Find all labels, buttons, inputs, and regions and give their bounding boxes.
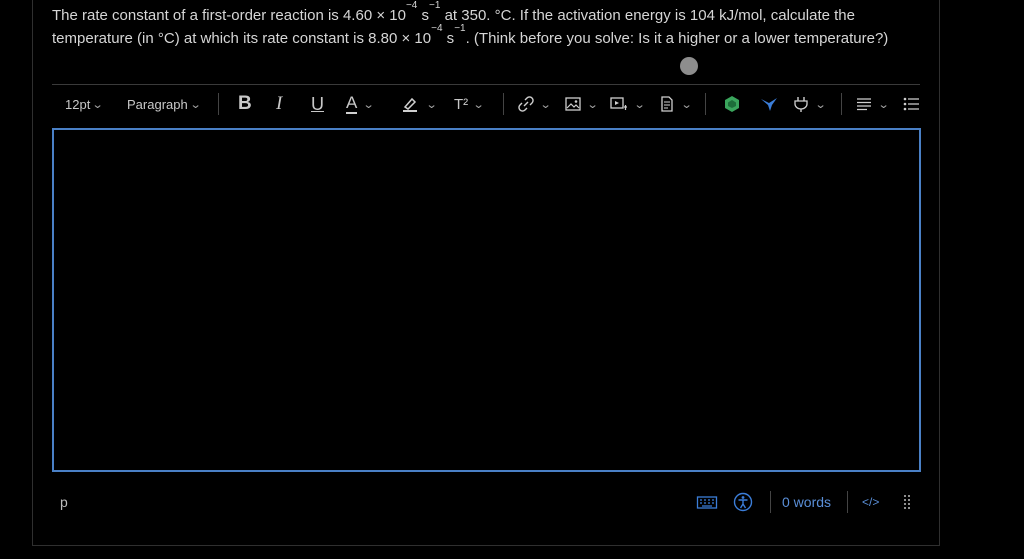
media-icon — [610, 97, 627, 110]
chevron-down-icon: ⌄ — [472, 98, 485, 111]
link-icon — [518, 96, 534, 112]
superscript-button[interactable]: T² ⌄ — [454, 88, 485, 120]
align-button[interactable]: ⌄ — [855, 88, 890, 120]
text-color-label: A — [346, 93, 358, 114]
text-color-button[interactable]: A ⌄ — [346, 88, 375, 120]
font-size-label: 12pt — [65, 96, 91, 112]
highlighter-icon — [403, 97, 417, 112]
plugins-button[interactable]: ⌄ — [792, 88, 827, 120]
element-path[interactable]: p — [60, 488, 68, 516]
document-icon — [661, 96, 673, 112]
media-button[interactable]: ⌄ — [609, 88, 646, 120]
toolbar-separator — [218, 93, 219, 115]
superscript-label: T² — [454, 95, 469, 113]
underline-label: U — [311, 93, 324, 114]
toolbar-separator — [503, 93, 504, 115]
editor-toolbar: 12pt ⌄ Paragraph ⌄ B I U A ⌄ ⌄ T² ⌄ ⌄ ⌄ … — [52, 88, 920, 120]
chevron-down-icon: ⌄ — [91, 98, 104, 111]
editor-statusbar: p 0 words </> — [52, 488, 920, 516]
document-button[interactable]: ⌄ — [658, 88, 693, 120]
bold-label: B — [238, 93, 252, 114]
bullet-list-icon — [903, 97, 919, 111]
chevron-down-icon: ⌄ — [814, 98, 827, 111]
resize-handle[interactable] — [903, 488, 911, 516]
chevron-down-icon: ⌄ — [539, 98, 552, 111]
chevron-down-icon: ⌄ — [586, 98, 599, 111]
question-text: The rate constant of a first-order react… — [52, 0, 889, 48]
drag-handle-dot[interactable] — [680, 57, 698, 75]
chevron-down-icon: ⌄ — [680, 98, 693, 111]
chevron-down-icon: ⌄ — [362, 98, 375, 111]
image-icon — [565, 97, 581, 111]
apps-icon — [725, 96, 739, 112]
italic-button[interactable]: I — [276, 88, 282, 120]
toolbar-separator — [841, 93, 842, 115]
align-left-icon — [857, 98, 871, 111]
accessibility-icon — [733, 492, 753, 512]
chevron-down-icon: ⌄ — [189, 98, 202, 111]
chevron-down-icon: ⌄ — [633, 98, 646, 111]
plug-icon — [794, 97, 808, 112]
apps-button[interactable] — [723, 88, 741, 120]
statusbar-separator — [770, 491, 771, 513]
bullet-list-button[interactable] — [902, 88, 920, 120]
chevron-down-icon: ⌄ — [877, 98, 890, 111]
rich-text-editor[interactable] — [52, 128, 921, 472]
toolbar-separator — [705, 93, 706, 115]
bird-icon — [761, 98, 777, 111]
keyboard-shortcuts-button[interactable] — [696, 488, 718, 516]
underline-button[interactable]: U — [311, 88, 324, 120]
accessibility-checker-button[interactable] — [733, 488, 753, 516]
keyboard-icon — [696, 496, 718, 509]
font-size-select[interactable]: 12pt ⌄ — [65, 88, 104, 120]
italic-label: I — [276, 93, 283, 114]
bold-button[interactable]: B — [238, 88, 252, 120]
chevron-down-icon: ⌄ — [425, 98, 438, 111]
drag-grip-icon — [904, 495, 910, 509]
statusbar-separator — [847, 491, 848, 513]
block-format-label: Paragraph — [127, 96, 188, 112]
word-count-button[interactable]: 0 words — [782, 488, 831, 516]
toolbar-divider — [52, 84, 920, 85]
external-tool-button[interactable] — [760, 88, 778, 120]
highlight-color-button[interactable]: ⌄ — [401, 88, 438, 120]
image-button[interactable]: ⌄ — [564, 88, 599, 120]
block-format-select[interactable]: Paragraph ⌄ — [127, 88, 202, 120]
link-button[interactable]: ⌄ — [517, 88, 552, 120]
html-editor-toggle[interactable]: </> — [862, 488, 879, 516]
